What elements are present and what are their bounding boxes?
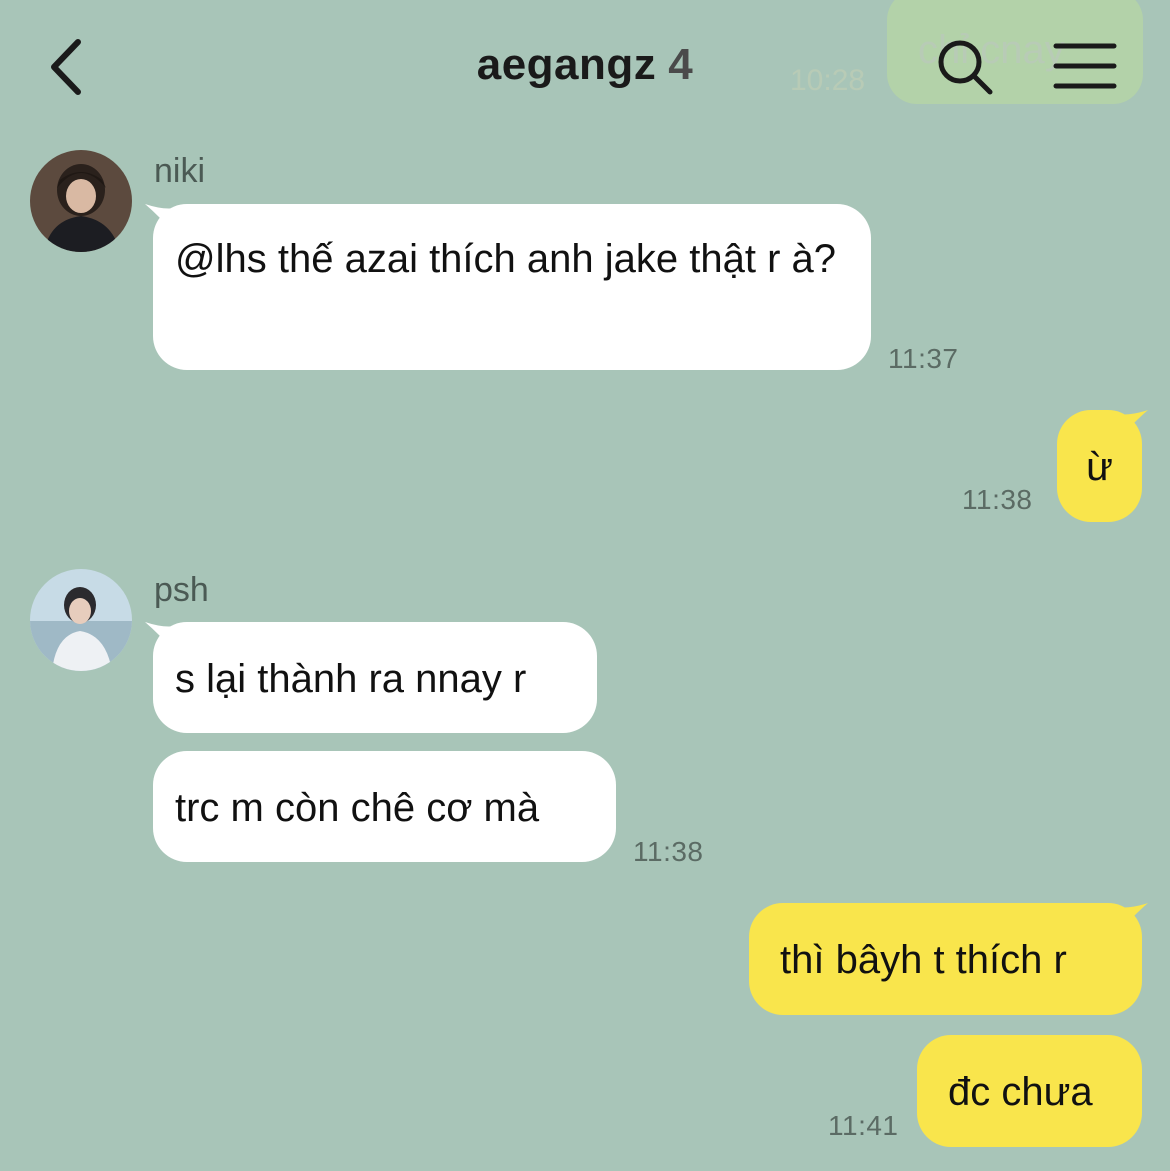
profile-photo-icon: [30, 569, 132, 671]
profile-photo-icon: [30, 150, 132, 252]
sender-name-niki: niki: [154, 152, 206, 190]
message-bubble[interactable]: ừ: [1057, 410, 1142, 522]
member-count: 4: [668, 40, 694, 89]
chat-header: chỉ cnay 10:28 aegangz 4: [0, 0, 1170, 140]
message-bubble[interactable]: trc m còn chê cơ mà: [153, 751, 616, 862]
message-time: 11:38: [962, 484, 1033, 515]
message-time: 11:41: [828, 1110, 899, 1141]
sender-name-psh: psh: [154, 571, 209, 609]
search-button[interactable]: [934, 36, 996, 98]
message-time: 11:38: [633, 836, 704, 867]
menu-icon: [1053, 43, 1117, 89]
avatar-psh[interactable]: [30, 569, 132, 671]
group-name: aegangz: [476, 40, 657, 89]
message-bubble[interactable]: thì bâyh t thích r: [749, 903, 1142, 1015]
message-bubble[interactable]: @lhs thế azai thích anh jake thật r à?: [153, 204, 871, 370]
message-time: 11:37: [888, 343, 959, 374]
menu-button[interactable]: [1052, 40, 1118, 92]
search-icon: [938, 40, 993, 95]
avatar-niki[interactable]: [30, 150, 132, 252]
message-bubble[interactable]: s lại thành ra nnay r: [153, 622, 597, 733]
message-bubble[interactable]: đc chưa: [917, 1035, 1142, 1147]
